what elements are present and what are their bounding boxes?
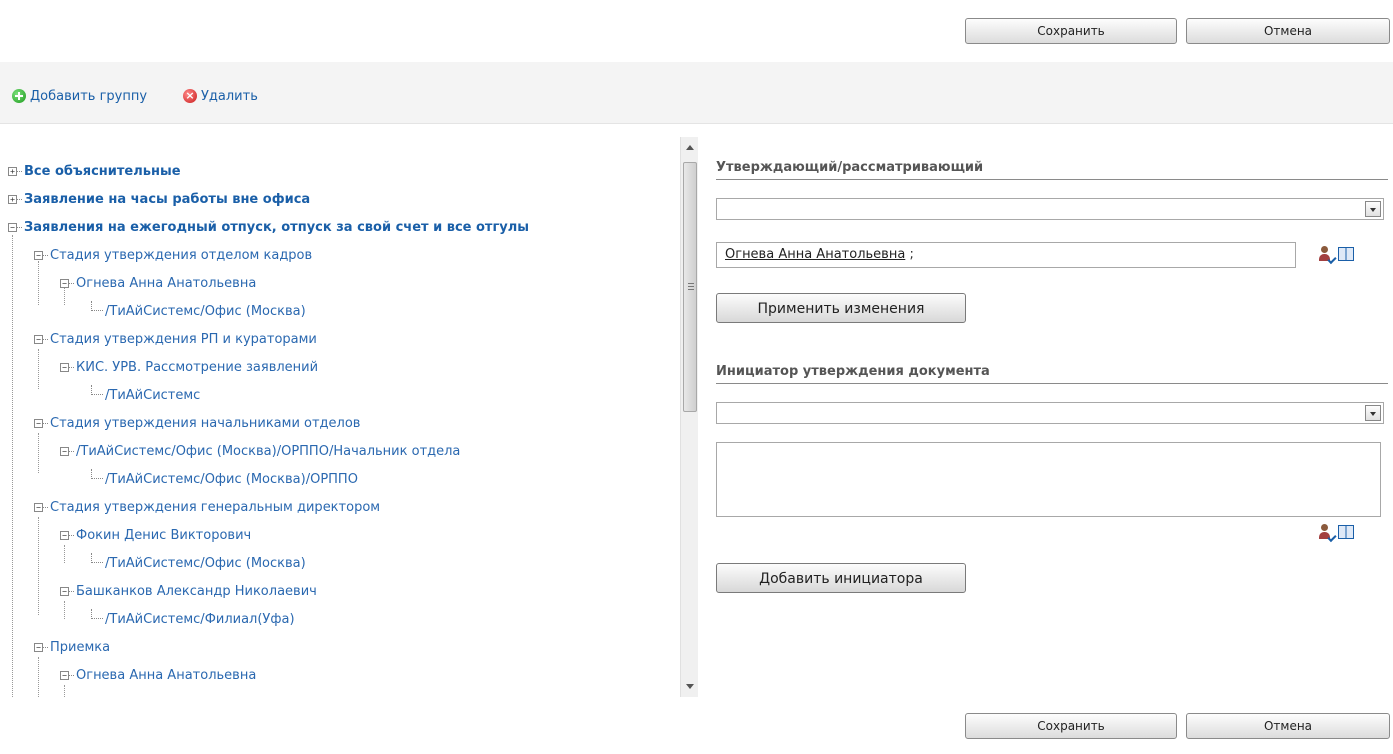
scroll-up-icon[interactable] [686, 145, 694, 150]
add-group-action[interactable]: Добавить группу [12, 87, 147, 105]
tree-node-label[interactable]: /ТиАйСистемс [105, 388, 200, 403]
cancel-button-top[interactable]: Отмена [1186, 18, 1390, 44]
collapse-icon[interactable]: − [60, 278, 69, 288]
tree-node-label[interactable]: /ТиАйСистемс/Офис (Москва) [105, 556, 306, 571]
check-names-icon[interactable] [1318, 524, 1337, 543]
tree-node[interactable]: − Фокин Денис Викторович [60, 525, 251, 545]
address-book-icon[interactable] [1338, 525, 1354, 539]
initiator-picker-icons [1318, 524, 1354, 543]
tree-root-node[interactable]: + Заявление на часы работы вне офиса [8, 189, 310, 209]
initiator-section-title: Инициатор утверждения документа [716, 364, 1388, 384]
expand-icon[interactable]: + [8, 194, 17, 204]
tree-node-label[interactable]: Фокин Денис Викторович [76, 528, 251, 543]
tree-node[interactable]: − КИС. УРВ. Рассмотрение заявлений [60, 357, 318, 377]
collapse-icon[interactable]: − [60, 586, 69, 596]
approver-select[interactable] [716, 198, 1384, 220]
chevron-down-icon[interactable] [1365, 405, 1381, 421]
tree-node-label[interactable]: Заявления на ежегодный отпуск, отпуск за… [24, 220, 529, 235]
tree-node-label[interactable]: /ТиАйСистемс/Офис (Москва)/ОРППО [105, 472, 358, 487]
tree-node-label[interactable]: Заявление на часы работы вне офиса [24, 192, 310, 207]
save-button-bottom[interactable]: Сохранить [965, 713, 1177, 739]
tree-node-label[interactable]: Башканков Александр Николаевич [76, 584, 317, 599]
tree-node[interactable]: − Огнева Анна Анатольевна [60, 665, 256, 685]
collapse-icon[interactable]: − [60, 362, 69, 372]
scroll-down-icon[interactable] [686, 684, 694, 689]
tree-node-label[interactable]: Все объяснительные [24, 164, 181, 179]
collapse-icon[interactable]: − [34, 418, 43, 428]
chevron-down-icon[interactable] [1365, 201, 1381, 217]
tree-node-label[interactable]: Огнева Анна Анатольевна [76, 276, 256, 291]
initiator-select[interactable] [716, 402, 1384, 424]
cancel-button-bottom[interactable]: Отмена [1186, 713, 1390, 739]
apply-changes-button[interactable]: Применить изменения [716, 293, 966, 323]
add-initiator-button[interactable]: Добавить инициатора [716, 563, 966, 593]
selected-person-link[interactable]: Огнева Анна Анатольевна [725, 247, 905, 262]
collapse-icon[interactable]: − [60, 446, 69, 456]
tree-node[interactable]: − Стадия утверждения начальниками отдело… [34, 413, 360, 433]
check-names-icon[interactable] [1318, 246, 1337, 265]
collapse-icon[interactable]: − [60, 530, 69, 540]
tree-guide-line [38, 261, 39, 305]
tree-leaf[interactable]: /ТиАйСистемс/Филиал(Уфа) [91, 609, 295, 629]
tree-node[interactable]: − Приемка [34, 637, 110, 657]
collapse-icon[interactable]: − [34, 250, 43, 260]
tree-root-node[interactable]: − Заявления на ежегодный отпуск, отпуск … [8, 217, 529, 237]
tree-node-label[interactable]: Приемка [50, 640, 110, 655]
collapse-icon[interactable]: − [34, 502, 43, 512]
tree-node-label[interactable]: Стадия утверждения РП и кураторами [50, 332, 317, 347]
tree-node[interactable]: − Стадия утверждения отделом кадров [34, 245, 312, 265]
add-group-label: Добавить группу [30, 88, 148, 104]
tree-guide-line [64, 601, 65, 619]
tree-guide-line [64, 685, 65, 697]
tree-node-label[interactable]: КИС. УРВ. Рассмотрение заявлений [76, 360, 318, 375]
tree-node-label[interactable]: /ТиАйСистемс/Офис (Москва)/ОРППО/Начальн… [76, 444, 460, 459]
tree-node-label[interactable]: /ТиАйСистемс/Офис (Москва) [105, 304, 306, 319]
tree-leaf[interactable]: /ТиАйСистемс [91, 385, 200, 405]
tree-node[interactable]: − Стадия утверждения РП и кураторами [34, 329, 317, 349]
collapse-icon[interactable]: − [34, 642, 43, 652]
tree-node-label[interactable]: Стадия утверждения начальниками отделов [50, 416, 360, 431]
approver-section-title: Утверждающий/рассматривающий [716, 160, 1388, 180]
tree-guide-line [12, 235, 13, 697]
tree-leaf[interactable]: /ТиАйСистемс/Офис (Москва)/ОРППО [91, 469, 358, 489]
tree-leaf[interactable]: /ТиАйСистемс/Офис (Москва) [91, 553, 306, 573]
approver-picker-icons [1318, 246, 1354, 265]
tree-node-label[interactable]: Стадия утверждения отделом кадров [50, 248, 312, 263]
tree-guide-line [64, 545, 65, 563]
tree-panel: + Все объяснительные + Заявление на часы… [8, 135, 676, 697]
approver-people-picker[interactable]: Огнева Анна Анатольевна ; [716, 242, 1296, 268]
scroll-thumb[interactable] [683, 162, 697, 412]
tree-node[interactable]: − Огнева Анна Анатольевна [60, 273, 256, 293]
tree-node[interactable]: − /ТиАйСистемс/Офис (Москва)/ОРППО/Начал… [60, 441, 460, 461]
initiator-people-picker[interactable] [716, 442, 1381, 517]
delete-action[interactable]: × Удалить [183, 87, 258, 105]
address-book-icon[interactable] [1338, 247, 1354, 261]
tree-guide-line [38, 517, 39, 615]
collapse-icon[interactable]: − [34, 334, 43, 344]
collapse-icon[interactable]: − [8, 222, 17, 232]
tree-guide-line [38, 657, 39, 697]
add-icon [12, 89, 26, 103]
delete-icon: × [183, 89, 197, 103]
tree-scrollbar[interactable] [680, 137, 698, 697]
tree-root-node[interactable]: + Все объяснительные [8, 161, 181, 181]
tree-guide-line [38, 433, 39, 473]
tree-guide-line [38, 349, 39, 389]
tree-node-label[interactable]: Огнева Анна Анатольевна [76, 668, 256, 683]
person-separator: ; [909, 247, 914, 262]
tree-node-label[interactable]: /ТиАйСистемс/Филиал(Уфа) [105, 612, 295, 627]
tree-node[interactable]: − Башканков Александр Николаевич [60, 581, 317, 601]
delete-label: Удалить [201, 88, 258, 104]
expand-icon[interactable]: + [8, 166, 17, 176]
tree-node[interactable]: − Стадия утверждения генеральным директо… [34, 497, 380, 517]
save-button-top[interactable]: Сохранить [965, 18, 1177, 44]
tree-leaf[interactable]: /ТиАйСистемс/Офис (Москва) [91, 301, 306, 321]
toolbar: Добавить группу × Удалить [0, 62, 1393, 124]
collapse-icon[interactable]: − [60, 670, 69, 680]
tree-node-label[interactable]: Стадия утверждения генеральным директоро… [50, 500, 380, 515]
